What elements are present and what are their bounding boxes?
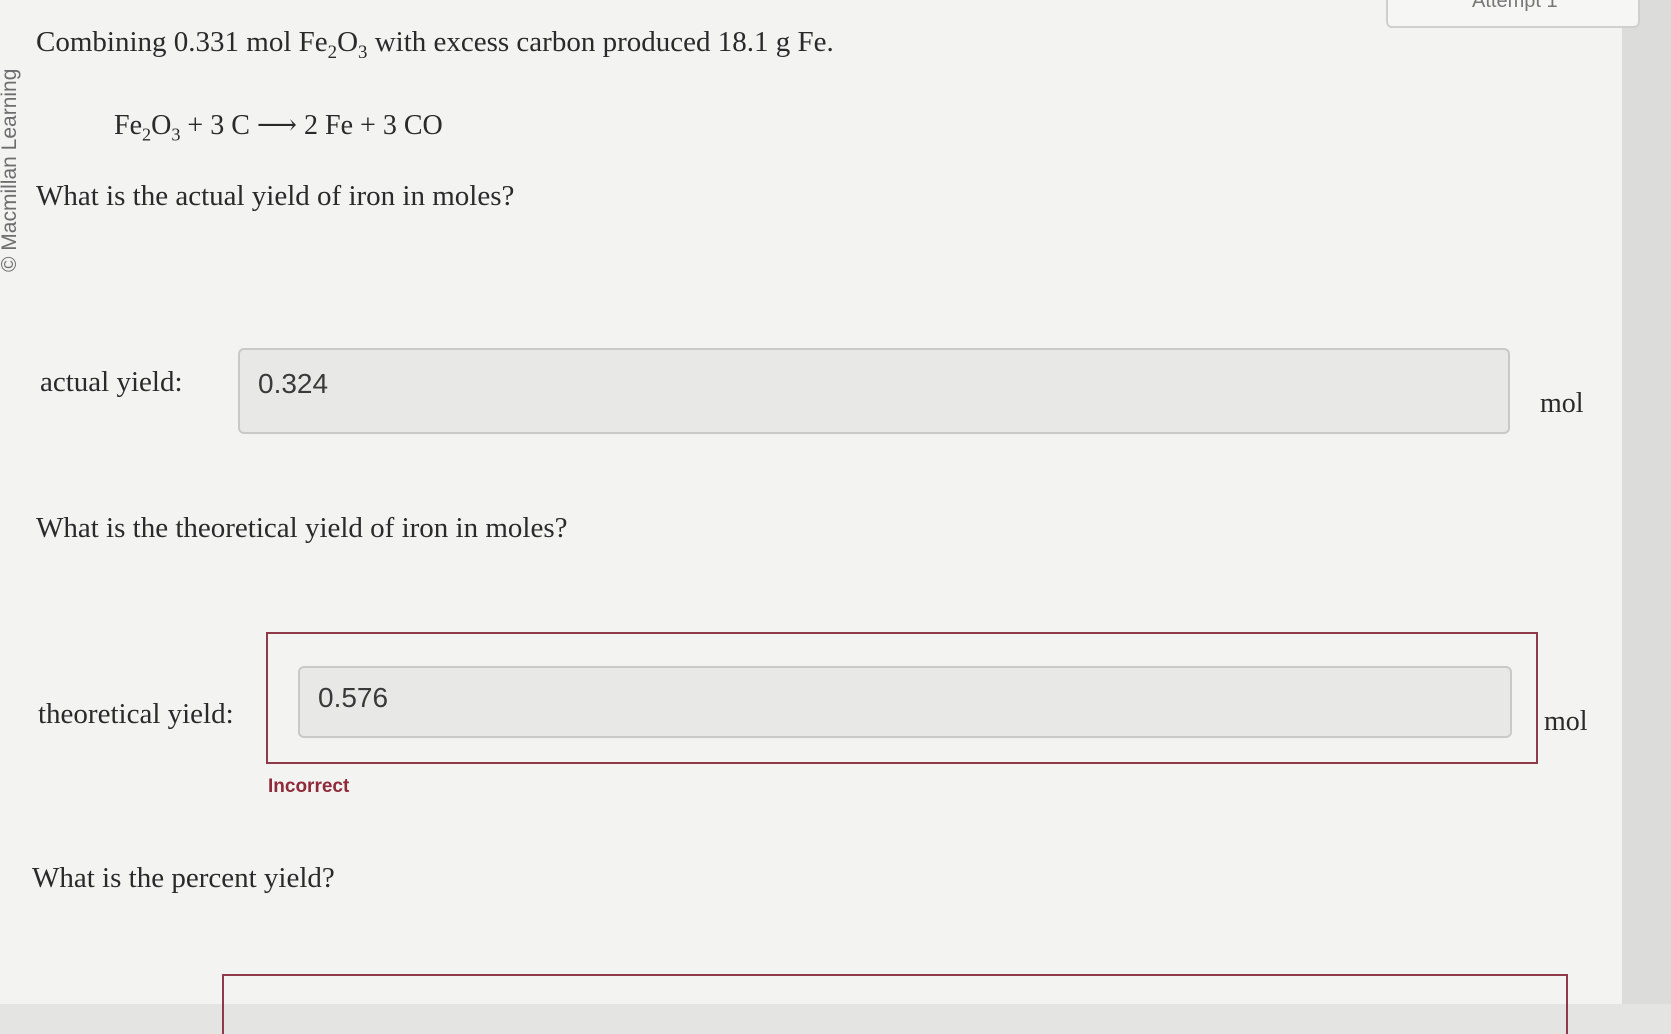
- actual-yield-label: actual yield:: [40, 366, 183, 398]
- theoretical-yield-label: theoretical yield:: [38, 698, 234, 730]
- percent-yield-prompt: What is the percent yield?: [32, 862, 335, 894]
- actual-yield-input[interactable]: 0.324: [238, 348, 1510, 434]
- attempt-label: Attempt 1: [1472, 0, 1558, 12]
- theoretical-yield-prompt: What is the theoretical yield of iron in…: [36, 512, 568, 544]
- percent-yield-answer-frame[interactable]: [222, 974, 1568, 1034]
- question-intro: Combining 0.331 mol Fe2O3 with excess ca…: [36, 26, 834, 63]
- theoretical-yield-input[interactable]: 0.576: [298, 666, 1512, 738]
- right-margin: [1622, 0, 1671, 1004]
- incorrect-feedback: Incorrect: [268, 776, 350, 797]
- copyright-text: © Macmillan Learning: [0, 68, 21, 272]
- question-page: [0, 0, 1622, 1004]
- theoretical-yield-unit: mol: [1544, 706, 1588, 737]
- chemical-equation: Fe2O3 + 3 C ⟶ 2 Fe + 3 CO: [114, 110, 443, 145]
- actual-yield-prompt: What is the actual yield of iron in mole…: [36, 180, 515, 212]
- actual-yield-unit: mol: [1540, 388, 1584, 419]
